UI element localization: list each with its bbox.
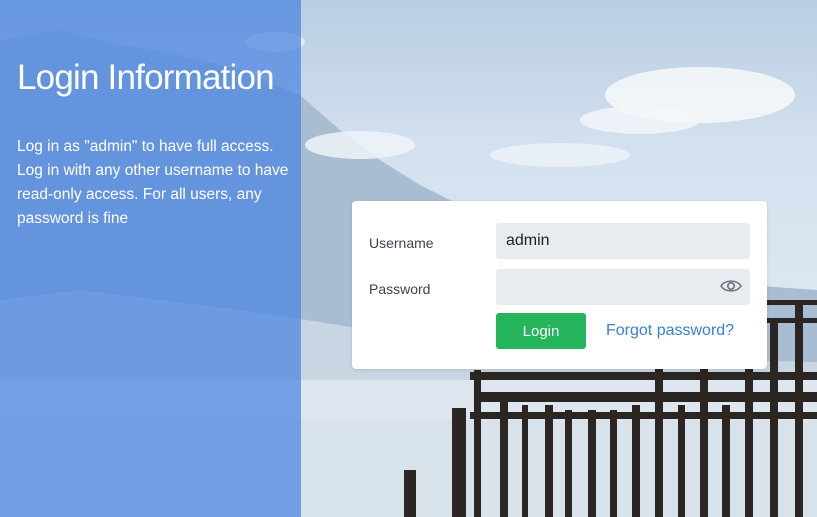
username-input[interactable] xyxy=(496,223,750,259)
login-info-panel: Login Information Log in as "admin" to h… xyxy=(0,0,301,517)
info-description: Log in as "admin" to have full access. L… xyxy=(17,138,289,227)
info-title: Login Information xyxy=(17,58,275,97)
eye-icon[interactable] xyxy=(720,278,742,294)
password-label: Password xyxy=(369,281,431,297)
username-label: Username xyxy=(369,235,434,251)
login-form-card: Username Password Login Forgot password? xyxy=(352,201,767,369)
forgot-password-link[interactable]: Forgot password? xyxy=(606,322,734,340)
login-button[interactable]: Login xyxy=(496,313,586,349)
password-input[interactable] xyxy=(496,269,750,305)
